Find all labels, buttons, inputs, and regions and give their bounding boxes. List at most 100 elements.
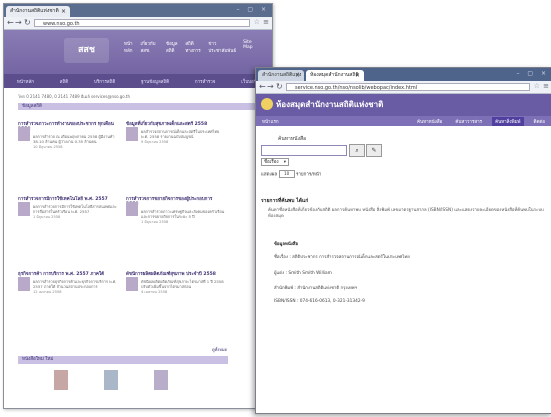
top-nav-item[interactable]: Site Map (243, 40, 262, 54)
book-cover[interactable] (154, 370, 168, 390)
nav-item-active[interactable]: ค้นหาสิ่งพิมพ์ (492, 117, 524, 126)
news-title[interactable]: ธุรกิจการค้า การบริการ พ.ศ. 2557 ภาคใต้ (18, 270, 118, 277)
search-input[interactable] (261, 145, 347, 156)
url-field[interactable]: service.nso.go.th/nso/nsolib/webopac/ind… (286, 83, 530, 91)
book-cover[interactable] (54, 370, 68, 390)
news-body: ผลสำรวจสถานการณ์เด็กและสตรีในประเทศไทย พ… (141, 129, 220, 139)
top-nav-item[interactable]: ข้อมูลสถิติ (166, 40, 185, 54)
library-logo[interactable] (261, 98, 273, 110)
top-nav-item[interactable]: หน้าหลัก (124, 40, 140, 54)
news-date: 10 มิถุนายน 2558 (33, 145, 63, 149)
news-item[interactable]: การสำรวจการขยายกิจการของผู้ประกอบการ 255… (126, 195, 226, 225)
site-logo[interactable]: สสช (64, 38, 109, 63)
news-item[interactable]: การสำรวจการมีการใช้เทคโนโลยี พ.ศ. 2557 ผ… (18, 195, 118, 220)
news-title[interactable]: ดัชนีการผลิตผลิตภัณฑ์สุขภาพ ประจำปี 2558 (126, 270, 226, 277)
news-thumbnail (18, 127, 30, 141)
foreground-browser-window[interactable]: สำนักงานสถิติแห่งชาติ × ห้องสมุดสำนักงาน… (255, 67, 551, 414)
news-body: ผลการสำรวจ ณ เดือนพฤษภาคม 2558 ผู้มีงานท… (33, 134, 115, 144)
news-body: ผลการสำรวจธุรกิจการค้าและธุรกิจการบริการ… (33, 279, 117, 289)
detail-line: ISBN/ISSN : 074-616-0613, 0-321-31342-9 (274, 299, 365, 304)
news-thumbnail (18, 202, 30, 216)
news-date: 4 เมษายน 2558 (141, 290, 168, 294)
search-field-select[interactable]: ชื่อเรื่อง ▾ (261, 158, 289, 166)
news-title[interactable]: การสำรวจการมีการใช้เทคโนโลยี พ.ศ. 2557 (18, 195, 118, 202)
chevron-down-icon: ▾ (283, 160, 286, 165)
menu-icon[interactable]: ≡ (543, 82, 549, 90)
news-thumbnail (126, 202, 138, 216)
top-nav-item[interactable]: ข่าวประชาสัมพันธ์ (208, 40, 243, 54)
nav-home[interactable]: หน้าแรก (262, 118, 279, 125)
news-thumbnail (126, 277, 138, 291)
bookmark-star-icon[interactable]: ☆ (254, 18, 260, 26)
more-link[interactable]: ดูทั้งหมด (212, 346, 227, 353)
news-item[interactable]: ดัชนีการผลิตผลิตภัณฑ์สุขภาพ ประจำปี 2558… (126, 270, 226, 295)
top-nav-item[interactable]: เกี่ยวกับ สสช. (140, 40, 166, 54)
sub-nav-item[interactable]: การสำรวจ (195, 78, 216, 85)
tab-title: สำนักงานสถิติแห่งชาติ (10, 8, 59, 14)
site-header: สสช หน้าหลัก เกี่ยวกับ สสช. ข้อมูลสถิติ … (4, 30, 272, 88)
back-icon[interactable]: ← (259, 82, 266, 92)
nav-item[interactable]: ติดต่อ (531, 117, 548, 126)
news-title[interactable]: การสำรวจภาวะการทำงานของประชากร ทุกเดือน … (18, 120, 118, 132)
book-cover[interactable] (104, 370, 118, 390)
news-title[interactable]: ข้อมูลที่เกี่ยวกับสุขภาพเด็กและสตรี 2558 (126, 120, 226, 127)
search-button[interactable]: ⌕ (349, 144, 365, 157)
top-nav-item[interactable]: สถิติทางการ (185, 40, 208, 54)
bookmark-star-icon[interactable]: ☆ (534, 82, 540, 90)
browser-tab-bar: สำนักงานสถิติแห่งชาติ × ห้องสมุดสำนักงาน… (256, 68, 551, 89)
browser-tab-active[interactable]: ห้องสมุดสำนักงานสถิติ × (306, 70, 364, 81)
news-date: 1 มิถุนายน 2558 (141, 220, 169, 224)
tab-title: ห้องสมุดสำนักงานสถิติ (310, 72, 359, 78)
clear-button[interactable]: ✎ (366, 144, 382, 157)
per-page-prefix: แสดงผล (261, 172, 278, 178)
close-icon[interactable]: × (355, 70, 360, 81)
news-item[interactable]: ธุรกิจการค้า การบริการ พ.ศ. 2557 ภาคใต้ … (18, 270, 118, 295)
sub-nav: หน้าหลัก สถิติ บริการสถิติ ฐานข้อมูลสถิต… (4, 74, 272, 88)
close-icon[interactable]: × (61, 6, 66, 17)
sub-nav-item[interactable]: สถิติ (60, 78, 68, 85)
sub-nav-item[interactable]: ฐานข้อมูลสถิติ (141, 78, 169, 85)
browser-tab[interactable]: สำนักงานสถิติแห่งชาติ × (6, 6, 70, 17)
library-nav: หน้าแรก ค้นหาหนังสือ ค้นหาวารสาร ค้นหาสิ… (256, 116, 551, 126)
contact-line: โทร 0 2141 7480, 0 2141 7489 อีเมล์ serv… (18, 94, 131, 99)
reload-icon[interactable]: ↻ (24, 18, 31, 28)
sub-nav-item[interactable]: บริการสถิติ (94, 78, 115, 85)
per-page-suffix: รายการ/หน้า (296, 172, 322, 178)
close-icon[interactable]: × (295, 70, 300, 81)
news-item[interactable]: การสำรวจภาวะการทำงานของประชากร ทุกเดือน … (18, 120, 118, 150)
detail-line[interactable]: ชื่อเรื่อง : สถิติประชากร การสำรวจสถานกา… (274, 253, 410, 260)
forward-icon[interactable]: → (15, 18, 22, 28)
news-date: 12 เมษายน 2558 (33, 290, 62, 294)
window-controls[interactable]: – ▢ × (516, 70, 549, 77)
search-title: ค้นหาหนังสือ (278, 136, 307, 142)
section-title: ข้อมูลสถิติ (18, 103, 258, 110)
window-controls[interactable]: – ▢ × (236, 6, 269, 13)
books-section-title: หนังสือใหม่ ใหม่ (18, 356, 228, 364)
url-field[interactable]: www.nso.go.th (34, 19, 250, 27)
browser-tab-bar: สำนักงานสถิติแห่งชาติ × – ▢ × (4, 4, 272, 17)
back-icon[interactable]: ← (7, 18, 14, 28)
detail-label: ข้อมูลหนังสือ (274, 242, 299, 247)
per-page-select[interactable]: 10 (278, 170, 295, 178)
news-title[interactable]: การสำรวจการขยายกิจการของผู้ประกอบการ 255… (126, 195, 226, 207)
forward-icon[interactable]: → (267, 82, 274, 92)
address-bar-area: ← → ↻ www.nso.go.th ☆ ≡ (4, 17, 272, 30)
menu-icon[interactable]: ≡ (263, 18, 269, 26)
background-browser-window[interactable]: สำนักงานสถิติแห่งชาติ × – ▢ × ← → ↻ www.… (3, 3, 273, 409)
clear-icon: ✎ (371, 147, 377, 154)
result-summary: ค้นหาชื่อหนังสือที่เกี่ยวข้องกับสถิติ ผล… (268, 208, 544, 219)
per-page-row: แสดงผล 10 รายการ/หน้า (261, 170, 321, 178)
nav-item[interactable]: ค้นหาหนังสือ (414, 117, 445, 126)
news-body: ผลการสำรวจภาวะเศรษฐกิจและสังคมของครัวเรื… (141, 209, 225, 219)
reload-icon[interactable]: ↻ (276, 82, 283, 92)
news-body: ผลการสำรวจการมีการใช้เทคโนโลยีสารสนเทศแล… (33, 204, 117, 214)
sub-nav-item[interactable]: หน้าหลัก (17, 78, 34, 85)
search-icon: ⌕ (355, 147, 359, 154)
browser-tab[interactable]: สำนักงานสถิติแห่งชาติ × (258, 70, 304, 89)
library-header: ห้องสมุดสำนักงานสถิติแห่งชาติ (256, 94, 551, 116)
detail-line: สำนักพิมพ์ : สำนักงานสถิติแห่งชาติ กรุงเ… (274, 286, 358, 291)
news-item[interactable]: ข้อมูลที่เกี่ยวกับสุขภาพเด็กและสตรี 2558… (126, 120, 226, 145)
nav-item[interactable]: ค้นหาวารสาร (452, 117, 485, 126)
detail-line: ผู้แต่ง : Smith Smith William (274, 271, 332, 276)
site-title: ห้องสมุดสำนักงานสถิติแห่งชาติ (276, 100, 384, 109)
